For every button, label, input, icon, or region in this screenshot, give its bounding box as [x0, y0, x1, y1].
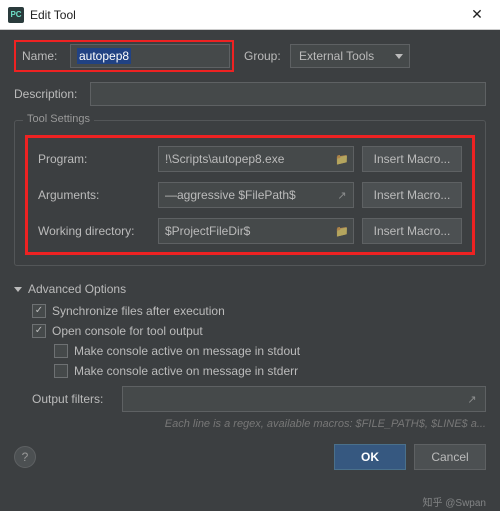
- group-value: External Tools: [299, 49, 374, 63]
- folder-icon[interactable]: 📁: [335, 225, 349, 238]
- program-input[interactable]: !\Scripts\autopep8.exe 📁: [158, 146, 354, 172]
- workdir-value: $ProjectFileDir$: [165, 224, 331, 238]
- cancel-button[interactable]: Cancel: [414, 444, 486, 470]
- tool-settings-highlight: Program: !\Scripts\autopep8.exe 📁 Insert…: [25, 135, 475, 255]
- close-icon[interactable]: ✕: [462, 6, 492, 23]
- console-checkbox[interactable]: [32, 324, 46, 338]
- chevron-down-icon: [14, 287, 22, 292]
- tool-settings-section: Tool Settings Program: !\Scripts\autopep…: [14, 120, 486, 266]
- insert-macro-workdir-button[interactable]: Insert Macro...: [362, 218, 462, 244]
- output-filters-input[interactable]: ↗: [122, 386, 486, 412]
- expand-icon[interactable]: ↗: [465, 393, 479, 406]
- expand-icon[interactable]: ↗: [335, 189, 349, 202]
- insert-macro-program-button[interactable]: Insert Macro...: [362, 146, 462, 172]
- name-value: autopep8: [77, 48, 131, 64]
- arguments-label: Arguments:: [38, 188, 150, 202]
- app-icon: PC: [8, 7, 24, 23]
- insert-macro-arguments-button[interactable]: Insert Macro...: [362, 182, 462, 208]
- filters-hint: Each line is a regex, available macros: …: [32, 418, 486, 430]
- name-input[interactable]: autopep8: [70, 44, 230, 68]
- description-label: Description:: [14, 87, 84, 101]
- workdir-label: Working directory:: [38, 224, 150, 238]
- advanced-body: Synchronize files after execution Open c…: [14, 304, 486, 430]
- watermark: 知乎 @Swpan: [422, 494, 486, 509]
- group-select[interactable]: External Tools: [290, 44, 410, 68]
- stdout-checkbox[interactable]: [54, 344, 68, 358]
- window-title: Edit Tool: [30, 8, 462, 22]
- name-highlight: Name: autopep8: [14, 40, 234, 72]
- output-filters-label: Output filters:: [32, 392, 114, 406]
- ok-button[interactable]: OK: [334, 444, 406, 470]
- stdout-label: Make console active on message in stdout: [74, 344, 300, 358]
- sync-label: Synchronize files after execution: [52, 304, 225, 318]
- arguments-input[interactable]: —aggressive $FilePath$ ↗: [158, 182, 354, 208]
- titlebar: PC Edit Tool ✕: [0, 0, 500, 30]
- help-button[interactable]: ?: [14, 446, 36, 468]
- console-label: Open console for tool output: [52, 324, 203, 338]
- stderr-label: Make console active on message in stderr: [74, 364, 298, 378]
- description-input[interactable]: [90, 82, 486, 106]
- arguments-value: —aggressive $FilePath$: [165, 188, 331, 202]
- advanced-options-toggle[interactable]: Advanced Options: [14, 282, 486, 296]
- group-label: Group:: [244, 49, 284, 63]
- workdir-input[interactable]: $ProjectFileDir$ 📁: [158, 218, 354, 244]
- folder-icon[interactable]: 📁: [335, 153, 349, 166]
- advanced-header-label: Advanced Options: [28, 282, 126, 296]
- name-label: Name:: [22, 49, 62, 63]
- stderr-checkbox[interactable]: [54, 364, 68, 378]
- section-legend: Tool Settings: [23, 113, 94, 125]
- sync-checkbox[interactable]: [32, 304, 46, 318]
- program-value: !\Scripts\autopep8.exe: [165, 152, 331, 166]
- chevron-down-icon: [395, 54, 403, 59]
- program-label: Program:: [38, 152, 150, 166]
